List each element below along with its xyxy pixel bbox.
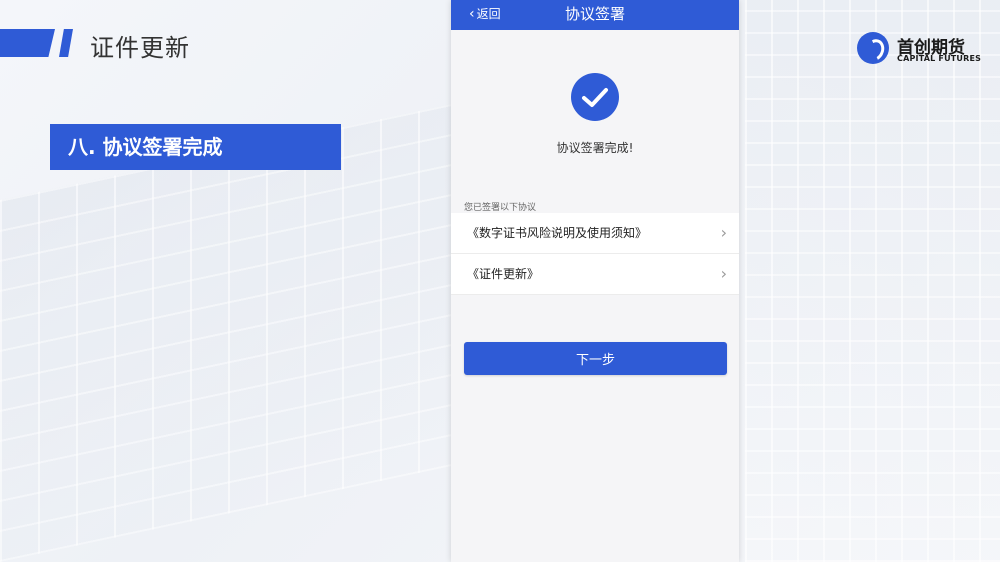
page-title: 证件更新: [90, 34, 190, 62]
logo-mark-icon: [857, 32, 889, 64]
status-text: 协议签署完成!: [556, 141, 634, 155]
section-label: 您已签署以下协议: [464, 203, 537, 213]
chevron-right-icon: ›: [720, 223, 727, 242]
logo-name-en: CAPITAL FUTURES: [897, 54, 982, 63]
agreement-list: 《数字证书风险说明及使用须知》 › 《证件更新》 ›: [451, 213, 739, 295]
nav-title: 协议签署: [564, 5, 625, 23]
check-circle-icon: [571, 73, 619, 121]
step-banner: 八. 协议签署完成: [50, 124, 341, 170]
next-step-button[interactable]: 下一步: [464, 342, 727, 375]
chevron-right-icon: ›: [720, 264, 727, 283]
background-building-left: [0, 102, 460, 562]
background-building-right: [745, 0, 1000, 562]
agreement-item-risk-notice[interactable]: 《数字证书风险说明及使用须知》 ›: [451, 213, 739, 254]
agreement-label: 《数字证书风险说明及使用须知》: [467, 226, 648, 240]
header-accent-slash: [59, 29, 73, 57]
agreement-item-id-update[interactable]: 《证件更新》 ›: [451, 254, 739, 295]
phone-screen: ‹ 返回 协议签署 协议签署完成! 您已签署以下协议 《数字证书风险说明及使用须知…: [451, 0, 739, 562]
company-logo: 首创期货 CAPITAL FUTURES: [857, 32, 987, 68]
agreement-label: 《证件更新》: [467, 267, 540, 281]
checkmark-icon: [582, 88, 608, 107]
phone-nav-bar: ‹ 返回 协议签署: [451, 0, 739, 30]
header-accent-bar: [0, 29, 55, 57]
